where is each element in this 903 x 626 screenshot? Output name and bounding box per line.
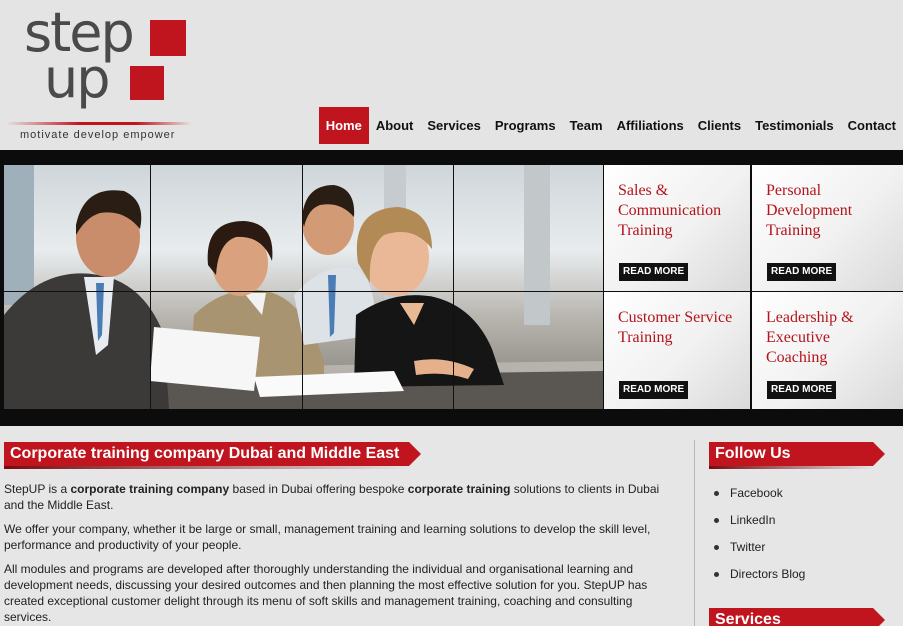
main-content: Corporate training company Dubai and Mid… <box>0 426 903 626</box>
training-tiles: Sales & Communication Training READ MORE… <box>604 165 903 409</box>
hero-grid-line <box>4 291 603 292</box>
hero-photo <box>4 165 603 409</box>
hero-grid-line <box>302 165 303 409</box>
site-header: step up motivate develop empower Home Ab… <box>0 0 903 150</box>
hero-grid-line <box>453 165 454 409</box>
tile-personal-development[interactable]: Personal Development Training READ MORE <box>752 165 903 291</box>
nav-programs[interactable]: Programs <box>488 107 563 144</box>
sidebar: Follow Us Facebook LinkedIn Twitter Dire… <box>709 442 899 626</box>
column-divider <box>694 440 695 626</box>
section-heading: Corporate training company Dubai and Mid… <box>4 442 422 469</box>
read-more-button[interactable]: READ MORE <box>767 381 837 399</box>
logo-underline <box>6 122 192 125</box>
logo-text-up: up <box>44 47 111 110</box>
tile-title: Sales & Communication Training <box>618 182 722 239</box>
nav-about[interactable]: About <box>369 107 421 144</box>
read-more-button[interactable]: READ MORE <box>619 263 689 281</box>
linkedin-link[interactable]: LinkedIn <box>709 507 899 534</box>
tile-title: Customer Service Training <box>618 309 733 346</box>
hero-band: Sales & Communication Training READ MORE… <box>0 150 903 426</box>
intro-paragraph-2: We offer your company, whether it be lar… <box>4 522 651 552</box>
tile-sales-communication[interactable]: Sales & Communication Training READ MORE <box>604 165 750 291</box>
logo-square-small <box>130 66 164 100</box>
follow-us-heading: Follow Us <box>709 442 885 469</box>
nav-services[interactable]: Services <box>420 107 488 144</box>
intro-paragraph-1: StepUP is a corporate training company b… <box>4 482 660 512</box>
read-more-button[interactable]: READ MORE <box>767 263 837 281</box>
services-heading: Services <box>709 608 885 626</box>
hero-team-illustration <box>4 165 603 409</box>
nav-testimonials[interactable]: Testimonials <box>748 107 841 144</box>
twitter-link[interactable]: Twitter <box>709 534 899 561</box>
hero-grid-line <box>150 165 151 409</box>
logo-tagline: motivate develop empower <box>20 129 176 141</box>
tile-leadership-coaching[interactable]: Leadership & Executive Coaching READ MOR… <box>752 292 903 409</box>
social-links: Facebook LinkedIn Twitter Directors Blog <box>709 480 899 588</box>
intro-paragraph-3: All modules and programs are developed a… <box>4 562 648 624</box>
intro-section: Corporate training company Dubai and Mid… <box>4 442 684 625</box>
tile-customer-service[interactable]: Customer Service Training READ MORE <box>604 292 750 409</box>
main-nav: Home About Services Programs Team Affili… <box>318 107 903 144</box>
nav-clients[interactable]: Clients <box>691 107 748 144</box>
tile-title: Personal Development Training <box>766 182 853 239</box>
directors-blog-link[interactable]: Directors Blog <box>709 561 899 588</box>
nav-home[interactable]: Home <box>318 107 369 144</box>
nav-affiliations[interactable]: Affiliations <box>610 107 691 144</box>
read-more-button[interactable]: READ MORE <box>619 381 689 399</box>
nav-contact[interactable]: Contact <box>841 107 903 144</box>
logo-square-large <box>150 20 186 56</box>
stepup-logo[interactable]: step up motivate develop empower <box>6 6 198 146</box>
tile-title: Leadership & Executive Coaching <box>766 309 854 366</box>
facebook-link[interactable]: Facebook <box>709 480 899 507</box>
nav-team[interactable]: Team <box>563 107 610 144</box>
